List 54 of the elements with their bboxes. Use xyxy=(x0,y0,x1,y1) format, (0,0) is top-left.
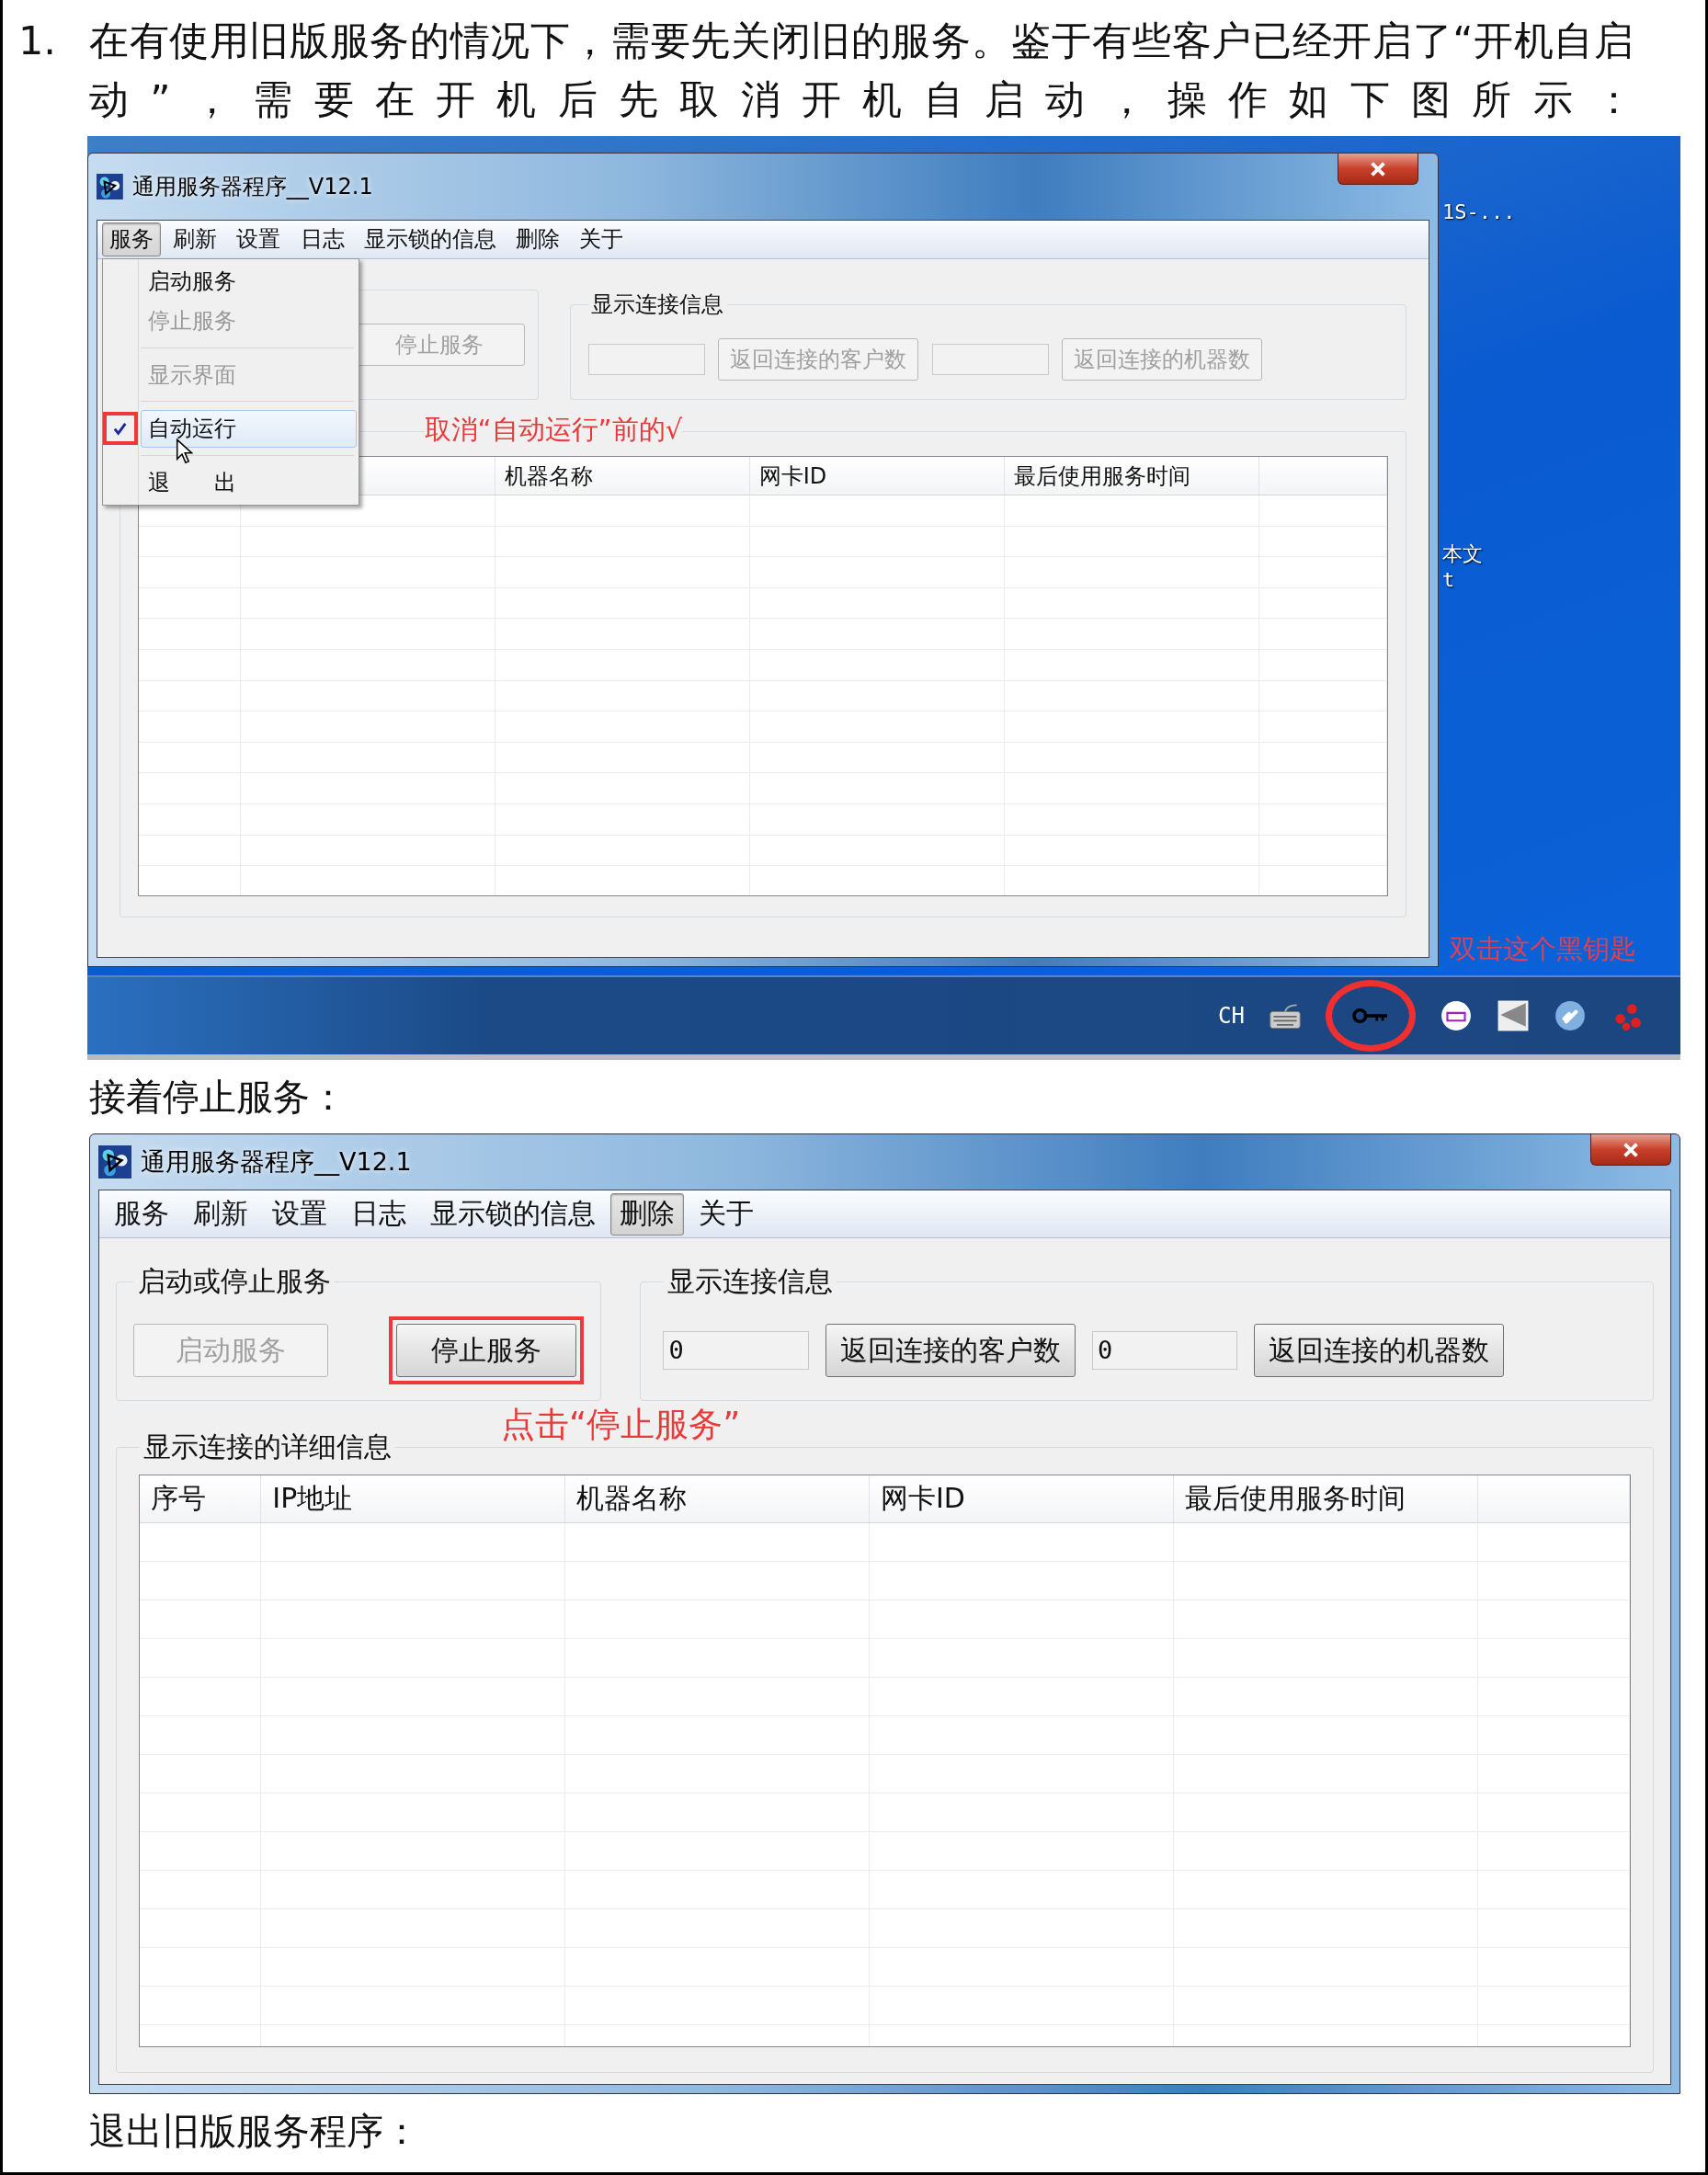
desktop-icon-label[interactable]: 1S-... xyxy=(1442,200,1516,223)
column-header[interactable]: 序号 xyxy=(140,1475,262,1522)
window-title: 通用服务器程序__V12.1 xyxy=(131,173,373,201)
menu-option[interactable]: 退 出 xyxy=(140,463,357,502)
group-title: 显示连接信息 xyxy=(590,290,725,320)
menu-item[interactable]: 日志 xyxy=(342,1192,416,1236)
menu-option[interactable]: 自动运行 xyxy=(140,409,357,448)
count-button[interactable]: 返回连接的机器数 xyxy=(1254,1324,1505,1377)
count-field[interactable] xyxy=(931,343,1050,376)
app-logo-icon xyxy=(98,1145,131,1179)
group-title: 显示连接信息 xyxy=(666,1264,834,1299)
count-field[interactable]: 0 xyxy=(1091,1330,1238,1371)
square-tray-icon[interactable] xyxy=(1497,999,1530,1032)
link-icon[interactable] xyxy=(1554,999,1587,1032)
count-field[interactable] xyxy=(587,343,706,376)
annotation-text: 双击这个黑钥匙 xyxy=(1450,932,1636,966)
instruction-text: 在有使用旧版服务的情况下，需要先关闭旧的服务。鉴于有些客户已经开启了“开机自启动”，需要在开机后先取消开机自启动，操作如下图所示： xyxy=(89,17,1634,124)
menu-item[interactable]: 服务 xyxy=(105,1192,178,1236)
column-header[interactable]: 网卡ID xyxy=(750,457,1006,495)
menu-option[interactable]: 启动服务 xyxy=(140,262,357,301)
close-button[interactable] xyxy=(1338,154,1418,185)
annotation-text: 点击“停止服务” xyxy=(501,1403,741,1446)
count-field[interactable]: 0 xyxy=(663,1330,809,1371)
column-header[interactable]: IP地址 xyxy=(261,1475,566,1522)
language-indicator[interactable]: CH xyxy=(1218,1003,1245,1029)
list-number: 1. xyxy=(17,17,58,65)
stop-service-button[interactable]: 停止服务 xyxy=(396,1324,576,1377)
caption-text: 退出旧版服务程序： xyxy=(88,2109,421,2154)
menu-item[interactable]: 刷新 xyxy=(184,1192,257,1236)
menu-item[interactable]: 关于 xyxy=(571,222,632,256)
menu-item[interactable]: 显示锁的信息 xyxy=(356,222,504,256)
close-button[interactable] xyxy=(1590,1134,1671,1166)
column-header[interactable]: 机器名称 xyxy=(495,457,751,495)
desktop-icon-label[interactable]: 本文 t xyxy=(1442,541,1483,591)
column-header[interactable]: 机器名称 xyxy=(565,1475,870,1522)
round-tray-icon[interactable] xyxy=(1440,999,1473,1032)
column-header[interactable]: 最后使用服务时间 xyxy=(1173,1475,1478,1522)
column-header[interactable]: 最后使用服务时间 xyxy=(1005,457,1260,495)
menu-item[interactable]: 设置 xyxy=(229,222,289,256)
group-title: 显示连接的详细信息 xyxy=(142,1429,393,1464)
column-header[interactable]: 网卡ID xyxy=(869,1475,1174,1522)
menu-item[interactable]: 日志 xyxy=(292,222,352,256)
group-title: 启动或停止服务 xyxy=(136,1264,332,1299)
menu-item[interactable]: 关于 xyxy=(689,1192,763,1236)
menu-item[interactable]: 刷新 xyxy=(165,222,225,256)
menu-item[interactable]: 删除 xyxy=(507,222,568,256)
menu-item[interactable]: 服务 xyxy=(101,222,162,256)
menu-item[interactable]: 删除 xyxy=(610,1192,684,1236)
menu-item[interactable]: 显示锁的信息 xyxy=(421,1192,605,1236)
caption-text: 接着停止服务： xyxy=(88,1075,347,1120)
count-button[interactable]: 返回连接的客户数 xyxy=(825,1324,1076,1377)
menu-item[interactable]: 设置 xyxy=(263,1192,336,1236)
window-title: 通用服务器程序__V12.1 xyxy=(141,1146,412,1178)
app-logo-icon xyxy=(97,173,123,200)
